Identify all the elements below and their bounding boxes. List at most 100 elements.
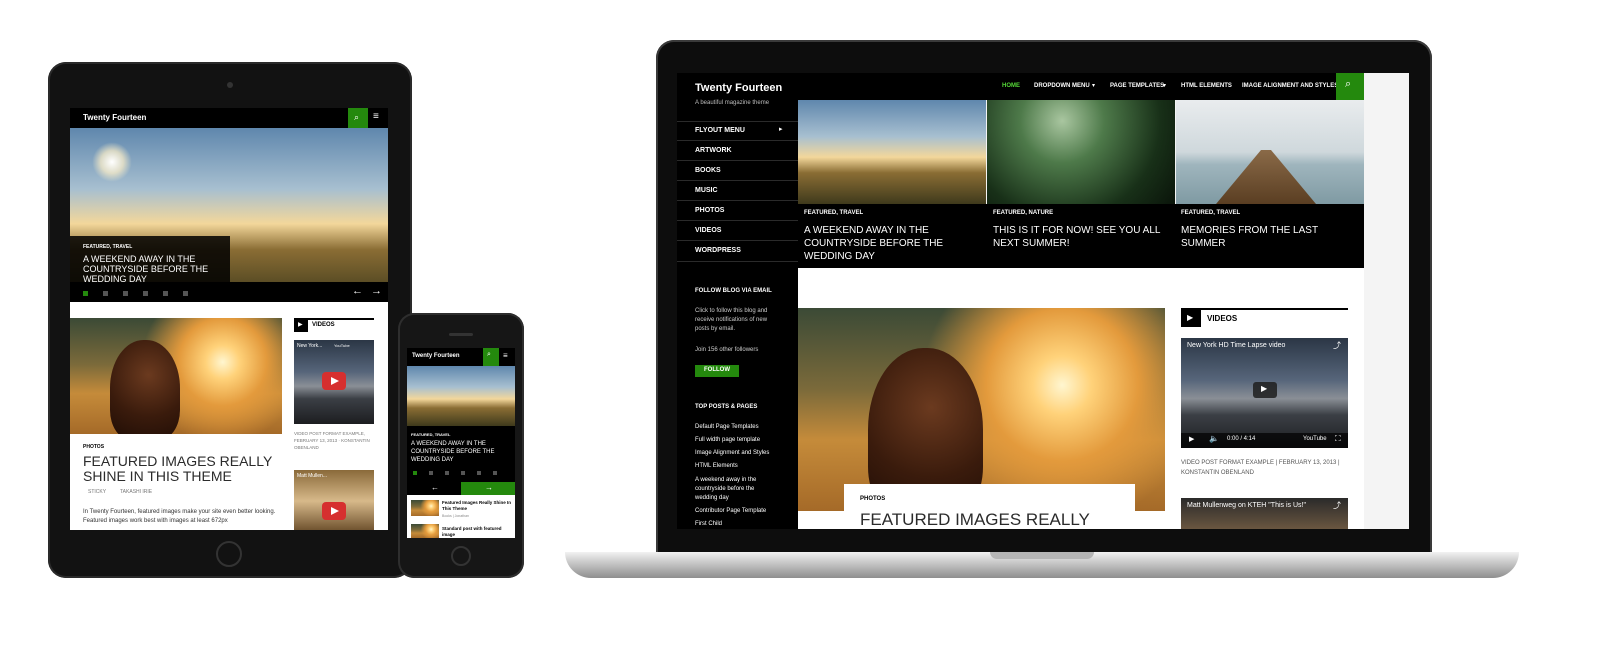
tablet-home-button[interactable] bbox=[216, 541, 242, 567]
tablet-meta-author[interactable]: TAKASHI IRIE bbox=[120, 489, 152, 495]
sidebar-item-artwork[interactable]: ARTWORK bbox=[695, 147, 732, 154]
tablet-screen: Twenty Fourteen ⌕ ≡ FEATURED, TRAVEL A W… bbox=[70, 108, 388, 530]
tablet-slider-cats[interactable]: FEATURED, TRAVEL bbox=[83, 244, 132, 250]
volume-icon[interactable]: 🔈 bbox=[1209, 434, 1219, 443]
arrow-left-icon[interactable]: ← bbox=[352, 285, 363, 297]
slider-dot[interactable] bbox=[123, 291, 128, 296]
tablet-post-image[interactable] bbox=[70, 318, 282, 434]
phone-list-title-1[interactable]: Featured Images Really Shine In This The… bbox=[442, 500, 512, 512]
chevron-down-icon[interactable]: ▾ bbox=[1163, 82, 1166, 89]
sidebar-item-music[interactable]: MUSIC bbox=[695, 187, 718, 194]
top-post-link[interactable]: Contributor Page Template bbox=[695, 508, 766, 514]
laptop-post-title[interactable]: FEATURED IMAGES REALLY bbox=[860, 510, 1090, 529]
chevron-down-icon[interactable]: ▾ bbox=[1092, 82, 1095, 89]
menu-icon[interactable]: ≡ bbox=[373, 111, 379, 122]
laptop-video-2[interactable]: Matt Mullenweg on KTEH "This is Us!" ⤴ bbox=[1181, 498, 1348, 529]
featured-2-title[interactable]: THIS IS IT FOR NOW! SEE YOU ALL NEXT SUM… bbox=[993, 224, 1173, 250]
tablet-post-title[interactable]: FEATURED IMAGES REALLY SHINE IN THIS THE… bbox=[83, 454, 273, 484]
play-button[interactable] bbox=[322, 502, 346, 520]
follow-button[interactable]: FOLLOW bbox=[695, 365, 739, 377]
slider-dot[interactable] bbox=[493, 471, 497, 475]
share-icon[interactable]: ⤴ bbox=[1333, 340, 1341, 351]
fullscreen-icon[interactable]: ⛶ bbox=[1335, 434, 1341, 444]
tablet-video-1-title[interactable]: New York... bbox=[297, 343, 322, 349]
laptop-post-image[interactable] bbox=[798, 308, 1165, 511]
top-post-link[interactable]: Image Alignment and Styles bbox=[695, 450, 769, 456]
phone-slider-title[interactable]: A WEEKEND AWAY IN THE COUNTRYSIDE BEFORE… bbox=[411, 440, 501, 464]
slider-dot[interactable] bbox=[429, 471, 433, 475]
laptop-site-title[interactable]: Twenty Fourteen bbox=[695, 82, 782, 94]
laptop-video-1-title[interactable]: New York HD Time Lapse video bbox=[1187, 342, 1285, 349]
top-post-link[interactable]: Full width page template bbox=[695, 437, 760, 443]
play-icon[interactable]: ▶ bbox=[1189, 435, 1194, 443]
phone-list-thumb-1[interactable] bbox=[411, 500, 439, 516]
featured-image-2[interactable] bbox=[987, 100, 1175, 204]
phone-slider-caption[interactable]: FEATURED, TRAVEL A WEEKEND AWAY IN THE C… bbox=[407, 426, 515, 482]
youtube-icon[interactable]: YouTube bbox=[334, 343, 350, 348]
slider-dot[interactable] bbox=[461, 471, 465, 475]
tablet-post-cat[interactable]: PHOTOS bbox=[83, 444, 104, 450]
phone-slider-next[interactable]: → bbox=[461, 482, 515, 495]
slider-dot[interactable] bbox=[445, 471, 449, 475]
tablet-post-excerpt: In Twenty Fourteen, featured images make… bbox=[83, 509, 276, 524]
menu-icon[interactable]: ≡ bbox=[503, 351, 508, 360]
featured-3-cats[interactable]: FEATURED, TRAVEL bbox=[1181, 210, 1240, 216]
featured-3-title[interactable]: MEMORIES FROM THE LAST SUMMER bbox=[1181, 224, 1361, 250]
featured-image-1[interactable] bbox=[798, 100, 986, 204]
chevron-right-icon[interactable]: ▸ bbox=[779, 125, 783, 133]
tablet-search-button[interactable]: ⌕ bbox=[348, 108, 368, 128]
sidebar-item-books[interactable]: BOOKS bbox=[695, 167, 721, 174]
tablet-video-1[interactable]: New York... YouTube bbox=[294, 340, 374, 424]
phone-speaker bbox=[449, 333, 473, 336]
phone-hero-image[interactable] bbox=[407, 366, 515, 426]
nav-dropdown-menu[interactable]: DROPDOWN MENU bbox=[1034, 83, 1090, 89]
slider-dot[interactable] bbox=[103, 291, 108, 296]
tablet-video-2[interactable]: Matt Mullen... bbox=[294, 470, 374, 530]
slider-dot[interactable] bbox=[477, 471, 481, 475]
youtube-logo[interactable]: YouTube bbox=[1303, 436, 1327, 442]
slider-dot[interactable] bbox=[183, 291, 188, 296]
sidebar-item-photos[interactable]: PHOTOS bbox=[695, 207, 724, 214]
phone-slider-cats[interactable]: FEATURED, TRAVEL bbox=[411, 432, 450, 437]
top-post-link[interactable]: Default Page Templates bbox=[695, 424, 759, 430]
slider-dot[interactable] bbox=[163, 291, 168, 296]
divider bbox=[677, 240, 798, 241]
tablet-slider-title[interactable]: A WEEKEND AWAY IN THE COUNTRYSIDE BEFORE… bbox=[83, 254, 213, 284]
slider-dot-active[interactable] bbox=[413, 471, 417, 475]
sidebar-item-videos[interactable]: VIDEOS bbox=[695, 227, 721, 234]
phone-list-title-2[interactable]: Standard post with featured image bbox=[442, 526, 512, 538]
slider-dot[interactable] bbox=[143, 291, 148, 296]
nav-page-templates[interactable]: PAGE TEMPLATES bbox=[1110, 83, 1164, 89]
laptop-search-button[interactable]: ⌕ bbox=[1336, 73, 1364, 100]
phone-search-button[interactable]: ⌕ bbox=[483, 348, 499, 366]
top-post-link[interactable]: A weekend away in the countryside before… bbox=[695, 476, 775, 503]
nav-html-elements[interactable]: HTML ELEMENTS bbox=[1181, 83, 1232, 89]
play-button[interactable]: ▶ bbox=[1253, 382, 1277, 398]
phone-site-title[interactable]: Twenty Fourteen bbox=[412, 353, 460, 359]
tablet-site-title[interactable]: Twenty Fourteen bbox=[83, 113, 146, 122]
search-icon: ⌕ bbox=[354, 112, 360, 122]
sidebar-item-flyout[interactable]: FLYOUT MENU bbox=[695, 127, 745, 134]
laptop-video-2-title[interactable]: Matt Mullenweg on KTEH "This is Us!" bbox=[1187, 502, 1306, 509]
phone-list-thumb-2[interactable] bbox=[411, 524, 439, 538]
arrow-right-icon[interactable]: → bbox=[371, 285, 382, 297]
play-button[interactable] bbox=[322, 372, 346, 390]
share-icon[interactable]: ⤴ bbox=[1333, 500, 1341, 511]
featured-1-title[interactable]: A WEEKEND AWAY IN THE COUNTRYSIDE BEFORE… bbox=[804, 224, 974, 263]
nav-image-alignment[interactable]: IMAGE ALIGNMENT AND STYLES bbox=[1242, 83, 1338, 89]
laptop-video-1[interactable]: New York HD Time Lapse video ⤴ ▶ ▶ 🔈 0:0… bbox=[1181, 338, 1348, 448]
follow-button-label: FOLLOW bbox=[704, 367, 730, 373]
join-text: Join 156 other followers bbox=[695, 347, 759, 353]
nav-home[interactable]: HOME bbox=[1002, 83, 1020, 89]
sidebar-item-wordpress[interactable]: WORDPRESS bbox=[695, 247, 741, 254]
slider-dot-active[interactable] bbox=[83, 291, 88, 296]
top-post-link[interactable]: First Child bbox=[695, 521, 722, 527]
phone-home-button[interactable] bbox=[451, 546, 471, 566]
phone-slider-prev[interactable]: ← bbox=[407, 482, 461, 495]
featured-1-cats[interactable]: FEATURED, TRAVEL bbox=[804, 210, 863, 216]
laptop-post-cat[interactable]: PHOTOS bbox=[860, 496, 885, 502]
featured-image-3[interactable] bbox=[1176, 100, 1364, 204]
tablet-video-2-title[interactable]: Matt Mullen... bbox=[297, 473, 327, 479]
featured-2-cats[interactable]: FEATURED, NATURE bbox=[993, 210, 1053, 216]
top-post-link[interactable]: HTML Elements bbox=[695, 463, 738, 469]
